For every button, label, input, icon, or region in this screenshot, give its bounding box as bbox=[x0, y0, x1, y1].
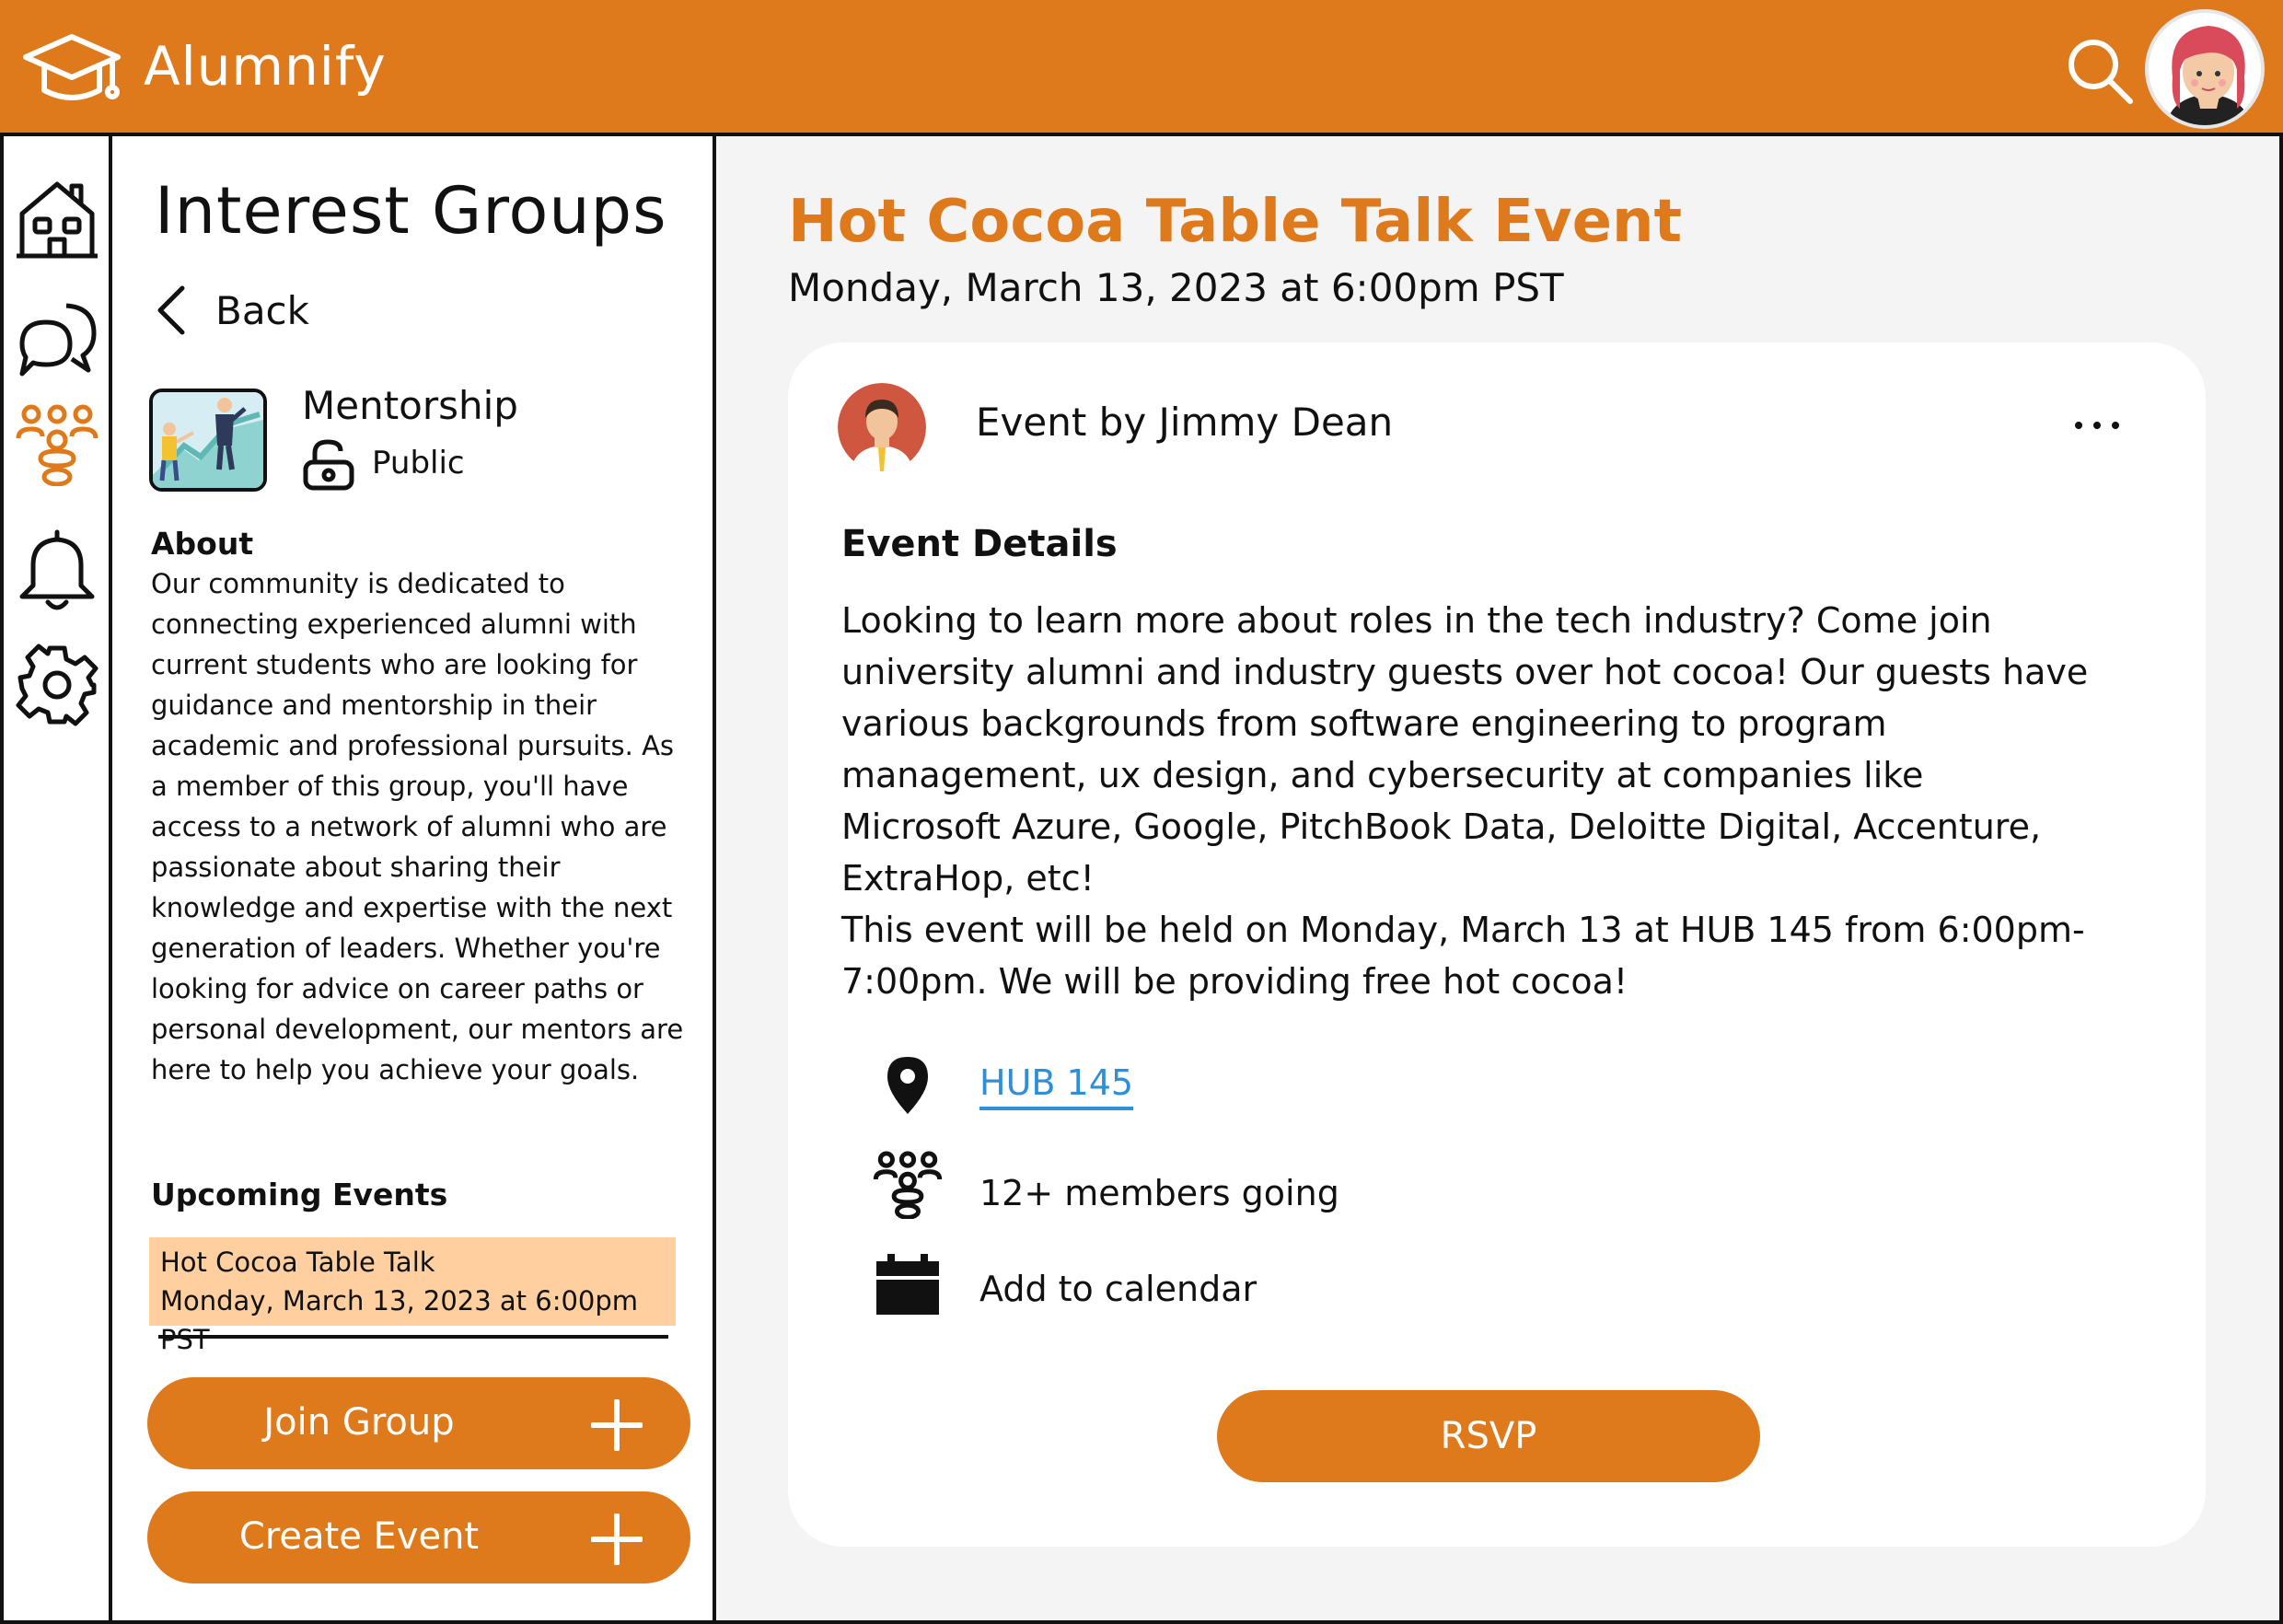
back-label: Back bbox=[215, 287, 309, 333]
back-button[interactable]: Back bbox=[153, 282, 309, 339]
graduation-cap-icon[interactable] bbox=[20, 29, 123, 109]
group-name: Mentorship bbox=[302, 383, 518, 428]
upcoming-event-item[interactable]: Hot Cocoa Table Talk Monday, March 13, 2… bbox=[149, 1237, 676, 1355]
top-bar: Alumnify bbox=[0, 0, 2283, 136]
chat-bubbles-icon[interactable] bbox=[15, 296, 99, 381]
people-group-icon[interactable] bbox=[15, 401, 99, 486]
event-host: Event by Jimmy Dean bbox=[976, 400, 1394, 445]
location-link-wrap: HUB 145 bbox=[979, 1062, 1134, 1110]
event-details-heading: Event Details bbox=[841, 523, 1118, 565]
map-pin-icon bbox=[887, 1057, 928, 1114]
upcoming-events-heading: Upcoming Events bbox=[151, 1177, 448, 1212]
attendee-count: 12+ members going bbox=[979, 1173, 1339, 1213]
join-group-label: Join Group bbox=[263, 1401, 455, 1444]
event-logistics: This event will be held on Monday, March… bbox=[841, 910, 2085, 1002]
user-avatar[interactable] bbox=[2145, 9, 2265, 129]
chevron-left-icon bbox=[157, 285, 185, 335]
event-card: Event by Jimmy Dean Event Details Lookin… bbox=[788, 342, 2206, 1547]
event-description: Looking to learn more about roles in the… bbox=[841, 600, 2089, 899]
event-title: Hot Cocoa Table Talk Event bbox=[788, 188, 1683, 256]
calendar-icon[interactable] bbox=[873, 1250, 943, 1320]
panel-title: Interest Groups bbox=[155, 173, 667, 249]
join-group-button[interactable]: Join Group bbox=[147, 1377, 690, 1469]
bell-icon[interactable] bbox=[15, 528, 99, 613]
interest-groups-panel: Interest Groups Back Mentorship Public A… bbox=[112, 136, 716, 1620]
upcoming-event-title: Hot Cocoa Table Talk bbox=[160, 1247, 435, 1278]
unlocked-lock-icon bbox=[303, 439, 354, 491]
about-heading: About bbox=[151, 526, 254, 562]
gear-icon[interactable] bbox=[15, 643, 99, 727]
event-detail-pane: Hot Cocoa Table Talk Event Monday, March… bbox=[716, 136, 2279, 1620]
search-icon[interactable] bbox=[2066, 37, 2134, 105]
location-link[interactable]: HUB 145 bbox=[979, 1062, 1134, 1110]
people-group-icon bbox=[873, 1151, 943, 1219]
plus-icon bbox=[591, 1514, 643, 1565]
plus-icon bbox=[591, 1399, 643, 1451]
create-event-button[interactable]: Create Event bbox=[147, 1491, 690, 1583]
host-avatar[interactable] bbox=[838, 383, 926, 471]
event-datetime: Monday, March 13, 2023 at 6:00pm PST bbox=[788, 265, 1564, 310]
create-event-label: Create Event bbox=[238, 1515, 480, 1558]
home-icon[interactable] bbox=[15, 177, 99, 261]
icon-rail bbox=[4, 136, 112, 1620]
more-options-icon[interactable] bbox=[2071, 414, 2123, 436]
rsvp-button[interactable]: RSVP bbox=[1217, 1390, 1760, 1482]
app-title[interactable]: Alumnify bbox=[144, 35, 387, 98]
divider bbox=[158, 1335, 668, 1339]
upcoming-event-date: Monday, March 13, 2023 at 6:00pm PST bbox=[160, 1285, 639, 1355]
about-text: Our community is dedicated to connecting… bbox=[151, 568, 684, 1085]
group-thumbnail bbox=[149, 389, 267, 492]
privacy-label: Public bbox=[372, 445, 465, 481]
add-to-calendar-link[interactable]: Add to calendar bbox=[979, 1269, 1257, 1309]
